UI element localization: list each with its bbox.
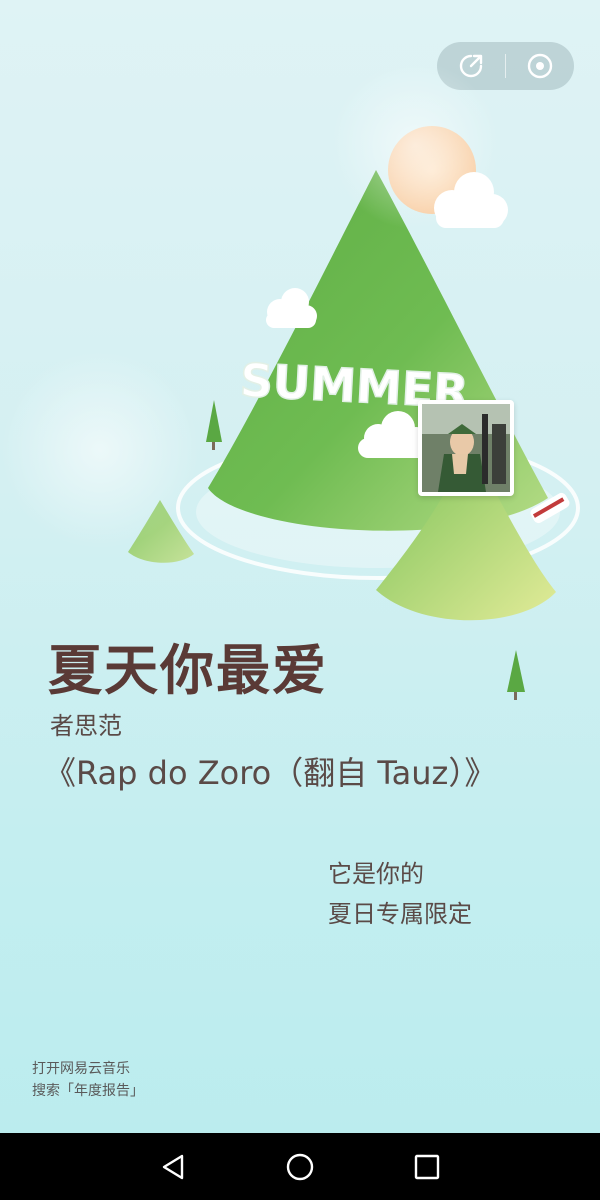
- caption-line-1: 它是你的: [328, 860, 424, 888]
- page-title: 夏天你最爱: [48, 639, 328, 702]
- album-cover-thumbnail: [418, 400, 514, 496]
- tree-right: [507, 650, 525, 692]
- song-title: 《Rap do Zoro（翻自 Tauz）》: [44, 754, 497, 792]
- close-mini-program-button[interactable]: [506, 42, 574, 90]
- album-art: [422, 404, 510, 492]
- system-navigation-bar: [0, 1133, 600, 1200]
- footer-line-2: 搜索「年度报告」: [32, 1083, 144, 1099]
- footer-line-1: 打开网易云音乐: [32, 1061, 130, 1077]
- home-circle-icon: [286, 1153, 314, 1180]
- recents-button[interactable]: [407, 1147, 447, 1187]
- left-glow: [0, 350, 200, 550]
- sun-glow: [330, 60, 500, 230]
- target-close-icon: [527, 53, 553, 79]
- back-button[interactable]: [153, 1147, 193, 1187]
- home-button[interactable]: [280, 1147, 320, 1187]
- tree-left: [206, 400, 222, 442]
- back-triangle-icon: [163, 1154, 184, 1179]
- caption: 它是你的 夏日专属限定: [328, 854, 472, 934]
- artist-name: 者思范: [50, 712, 122, 740]
- cloud-left: [266, 288, 317, 328]
- caption-line-2: 夏日专属限定: [328, 900, 472, 928]
- footer-hint: 打开网易云音乐 搜索「年度报告」: [32, 1058, 144, 1102]
- recents-square-icon: [414, 1154, 439, 1179]
- screen: SUMMER 夏天你最爱 者思范 《Rap do Zoro（翻自 Tauz）》 …: [0, 0, 600, 1200]
